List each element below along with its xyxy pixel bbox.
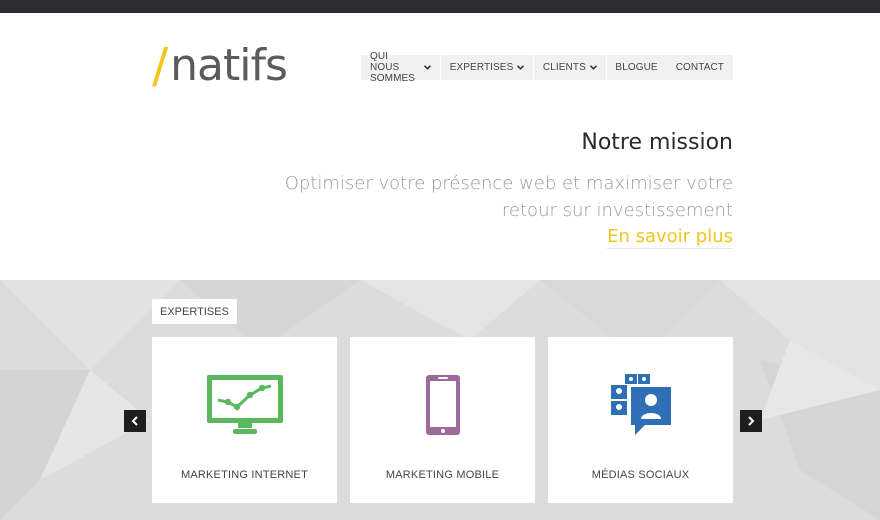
card-label: MÉDIAS SOCIAUX [591,469,690,481]
nav-item-label: EXPERTISES [449,62,514,73]
card-label: MARKETING INTERNET [180,469,309,481]
card-medias-sociaux[interactable]: MÉDIAS SOCIAUX [548,337,733,503]
nav-item-label: CLIENTS [542,62,586,73]
mission-lead: Optimiser votre présence web et maximise… [285,170,733,224]
smartphone-icon [350,373,535,437]
mission-line-1: Optimiser votre présence web et maximise… [284,173,733,194]
main-nav: QUI NOUS SOMMES EXPERTISES CLIENTS BLOGU… [361,51,733,84]
nav-item-blogue[interactable]: BLOGUE [606,55,666,80]
nav-item-label: CONTACT [675,62,724,73]
site-logo[interactable]: / natifs [152,38,288,94]
nav-item-label: BLOGUE [615,62,658,73]
social-chat-icon [548,373,733,437]
nav-item-clients[interactable]: CLIENTS [534,55,606,80]
nav-item-contact[interactable]: CONTACT [667,55,733,80]
card-marketing-mobile[interactable]: MARKETING MOBILE [350,337,535,503]
nav-item-label: QUI NOUS SOMMES [370,51,416,84]
card-marketing-internet[interactable]: MARKETING INTERNET [152,337,337,503]
expertises-tag: EXPERTISES [152,299,237,324]
logo-slash: / [152,38,169,94]
chevron-down-icon [517,65,525,70]
chevron-left-icon [131,416,138,426]
carousel-prev-button[interactable] [124,410,146,432]
top-bar [0,0,880,13]
mission-line-2: retour sur investissement [501,200,733,221]
nav-item-expertises[interactable]: EXPERTISES [441,55,534,80]
logo-word: natifs [170,40,288,91]
chevron-right-icon [748,416,755,426]
chevron-down-icon [589,65,597,70]
mission-title: Notre mission [581,130,733,155]
learn-more-link[interactable]: En savoir plus [607,226,733,249]
card-label: MARKETING MOBILE [385,469,500,481]
monitor-chart-icon [152,373,337,437]
nav-item-qui-nous-sommes[interactable]: QUI NOUS SOMMES [361,51,440,84]
chevron-down-icon [424,65,432,70]
mission-section: Notre mission Optimiser votre présence w… [285,130,733,249]
carousel-next-button[interactable] [740,410,762,432]
